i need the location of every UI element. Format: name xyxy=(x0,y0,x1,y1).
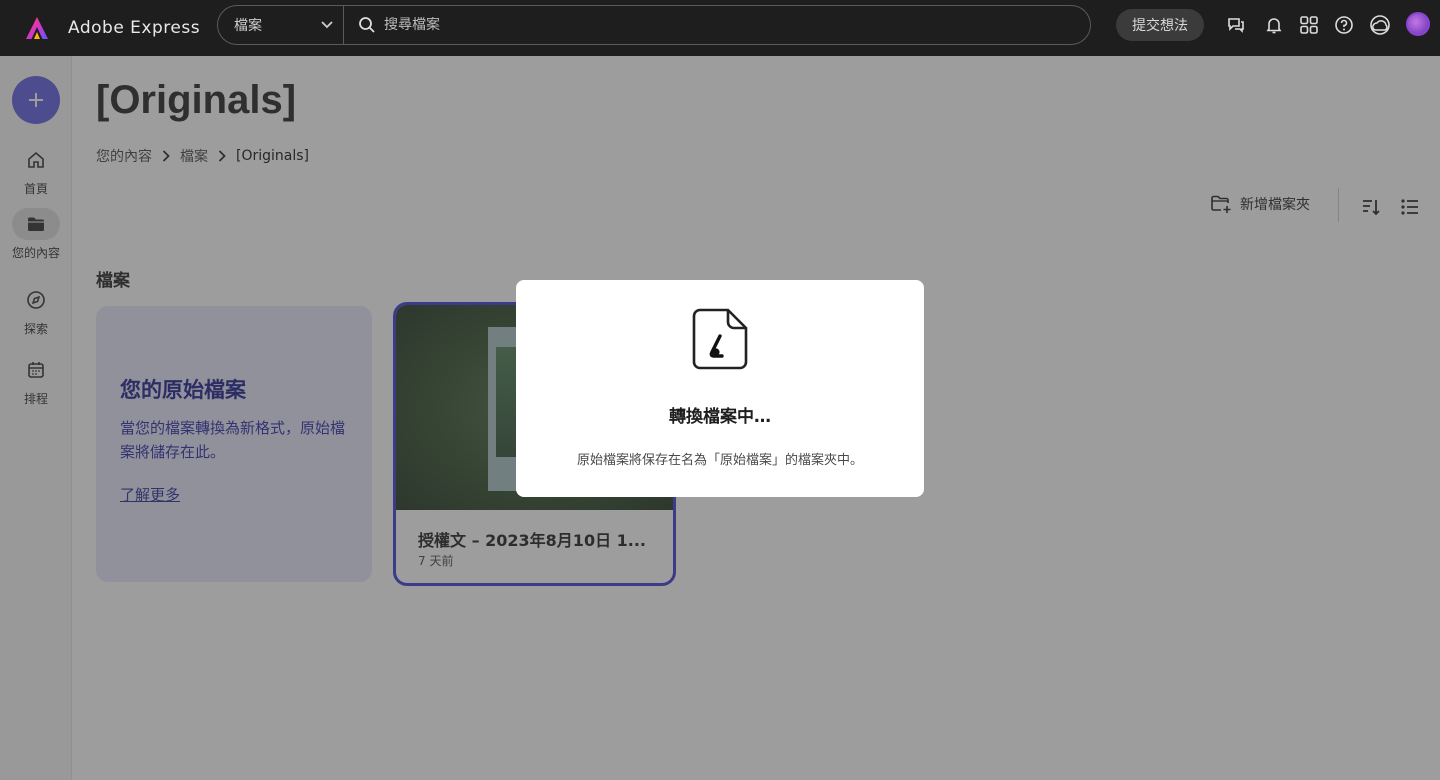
app-window: Adobe Express 檔案 提交想法 xyxy=(0,0,1440,780)
dialog-title: 轉換檔案中… xyxy=(669,407,771,427)
dialog-description: 原始檔案將保存在名為「原始檔案」的檔案夾中。 xyxy=(576,453,863,468)
app-name: Adobe Express xyxy=(68,18,201,38)
search-icon xyxy=(359,17,375,33)
adobe-express-logo-icon xyxy=(26,17,48,39)
search-scope-label: 檔案 xyxy=(234,18,262,34)
top-bar: Adobe Express 檔案 提交想法 xyxy=(0,0,1440,56)
user-avatar[interactable] xyxy=(1406,12,1430,36)
apps-grid-icon[interactable] xyxy=(1298,14,1320,36)
search-input[interactable] xyxy=(384,17,1090,33)
brand[interactable]: Adobe Express xyxy=(24,15,216,41)
creative-cloud-icon[interactable] xyxy=(1368,14,1392,36)
submit-idea-button[interactable]: 提交想法 xyxy=(1116,9,1204,41)
help-icon[interactable] xyxy=(1333,14,1355,36)
document-converting-icon xyxy=(692,308,748,370)
chat-icon[interactable] xyxy=(1225,14,1247,36)
chevron-down-icon xyxy=(321,21,333,29)
bell-icon[interactable] xyxy=(1263,14,1285,36)
search-scope-dropdown[interactable]: 檔案 xyxy=(218,6,344,44)
search-bar: 檔案 xyxy=(217,5,1091,45)
converting-dialog: 轉換檔案中… 原始檔案將保存在名為「原始檔案」的檔案夾中。 xyxy=(516,280,924,497)
